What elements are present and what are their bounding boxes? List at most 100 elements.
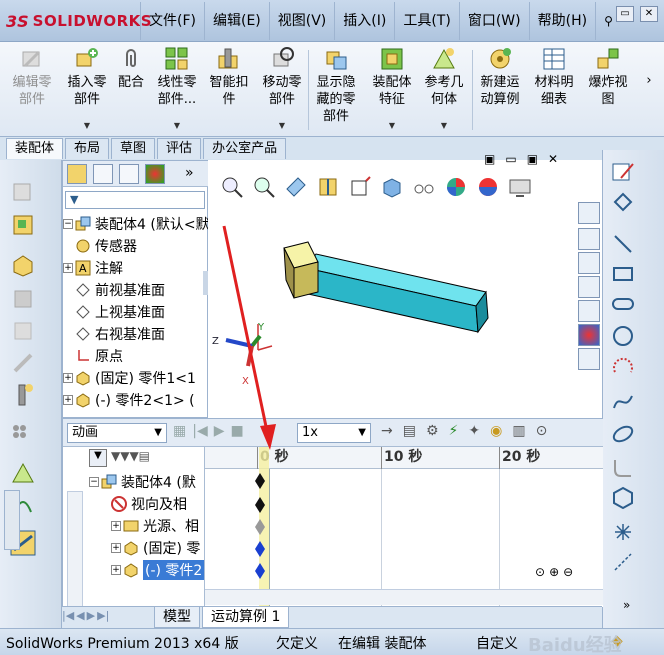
sketch-icon[interactable]: [611, 160, 635, 184]
chevron-down-icon[interactable]: »: [623, 598, 630, 612]
more-commands-button[interactable]: ›: [638, 72, 660, 160]
tree-filter[interactable]: ▼: [65, 191, 205, 209]
zoom-out-icon[interactable]: ⊖: [563, 565, 573, 579]
stop-icon[interactable]: ■: [231, 423, 244, 439]
chevron-right-icon[interactable]: »: [185, 165, 194, 181]
property-manager-tab-icon[interactable]: [93, 164, 113, 184]
tree-item-right-plane[interactable]: 右视基准面: [75, 323, 165, 345]
restore-icon[interactable]: ▭: [616, 6, 634, 22]
smart-fasteners-icon[interactable]: [10, 382, 36, 408]
component-icon[interactable]: [10, 252, 36, 278]
point-icon[interactable]: [611, 520, 635, 544]
custom-properties-icon[interactable]: [578, 348, 600, 370]
linear-pattern-icon[interactable]: [10, 422, 36, 448]
zoom-to-fit-icon[interactable]: ⊙: [535, 565, 545, 579]
close-icon[interactable]: ✕: [640, 6, 658, 22]
tree-item-part2[interactable]: + (-) 零件2<1> (: [63, 389, 195, 411]
play-icon[interactable]: ▶: [214, 423, 225, 439]
rectangle-icon[interactable]: [611, 262, 635, 286]
home-icon[interactable]: [578, 228, 600, 250]
smart-dimension-icon[interactable]: [611, 190, 635, 214]
menu-insert[interactable]: 插入(I): [334, 2, 394, 40]
collapse-panel-icon[interactable]: ⊙: [536, 423, 548, 439]
tree-item-root[interactable]: − 装配体4 (默认<默: [63, 213, 210, 235]
motion-tree-lights[interactable]: + 光源、相: [111, 515, 199, 537]
dropdown-arrow-icon[interactable]: ▼: [441, 117, 447, 134]
menu-tools[interactable]: 工具(T): [394, 2, 458, 40]
edit-component-button[interactable]: 编辑零 部件: [6, 46, 58, 134]
filter-animated-icon[interactable]: ▼▼▼▤: [111, 449, 150, 463]
zoom-in-icon[interactable]: ⊕: [549, 565, 559, 579]
tree-item-front-plane[interactable]: 前视基准面: [75, 279, 165, 301]
next-tab-icon[interactable]: ▶: [87, 609, 95, 622]
assembly-features-button[interactable]: 装配体 特征 ▼: [366, 46, 418, 134]
motion-tree-part1[interactable]: + (固定) 零: [111, 537, 200, 559]
key-point[interactable]: [255, 563, 265, 579]
last-tab-icon[interactable]: ▶|: [97, 609, 109, 622]
dropdown-arrow-icon[interactable]: ▼: [279, 117, 285, 134]
tab-model[interactable]: 模型: [154, 607, 200, 628]
show-hidden-components-button[interactable]: 显示隐 藏的零 部件: [310, 46, 362, 134]
menu-file[interactable]: 文件(F): [140, 2, 204, 40]
motion-tree-part2[interactable]: + (-) 零件2: [111, 559, 205, 581]
motion-tree-view[interactable]: 视向及相: [111, 493, 187, 515]
insert-components-button[interactable]: 插入零 部件 ▼: [60, 46, 114, 134]
expand-icon[interactable]: +: [111, 521, 121, 531]
part2-cylinder[interactable]: [305, 253, 489, 334]
linear-pattern-button[interactable]: 线性零 部件... ▼: [150, 46, 204, 134]
solidworks-resources-icon[interactable]: [578, 202, 600, 224]
save-animation-icon[interactable]: ▤: [403, 423, 416, 439]
collapse-icon[interactable]: −: [63, 219, 73, 229]
tree-item-sensors[interactable]: 传感器: [75, 235, 137, 257]
circle-icon[interactable]: [611, 324, 635, 348]
expand-icon[interactable]: +: [63, 395, 73, 405]
reference-geometry-icon[interactable]: [10, 460, 36, 486]
appearance-tab-icon[interactable]: [145, 164, 165, 184]
expand-icon[interactable]: +: [63, 263, 73, 273]
tree-item-top-plane[interactable]: 上视基准面: [75, 301, 165, 323]
centerline-icon[interactable]: [611, 550, 635, 574]
bill-of-materials-button[interactable]: 材料明 细表: [528, 46, 580, 134]
configuration-tab-icon[interactable]: [119, 164, 139, 184]
status-units[interactable]: 自定义: [476, 633, 518, 653]
line-icon[interactable]: [611, 232, 635, 256]
dropdown-arrow-icon[interactable]: ▼: [174, 117, 180, 134]
appearances-icon[interactable]: [578, 324, 600, 346]
vertical-scrollbar[interactable]: [67, 491, 83, 607]
prev-tab-icon[interactable]: ◀: [76, 609, 84, 622]
disabled-tool-icon[interactable]: [10, 350, 36, 376]
tree-item-annotations[interactable]: + A 注解: [63, 257, 123, 279]
key-point[interactable]: [255, 473, 265, 489]
menu-view[interactable]: 视图(V): [268, 2, 335, 40]
scrollbar[interactable]: [4, 490, 20, 550]
animation-wizard-icon[interactable]: ⚙: [426, 423, 439, 439]
first-tab-icon[interactable]: |◀: [62, 609, 74, 622]
study-type-select[interactable]: 动画 ▼: [67, 423, 167, 443]
reference-geometry-button[interactable]: 参考几 何体 ▼: [418, 46, 470, 134]
tree-item-origin[interactable]: 原点: [75, 345, 123, 367]
slot-icon[interactable]: [611, 292, 635, 316]
tree-item-part1[interactable]: + (固定) 零件1<1: [63, 367, 196, 389]
add-key-icon[interactable]: ✦: [468, 423, 480, 439]
file-explorer-icon[interactable]: [578, 276, 600, 298]
menu-help[interactable]: 帮助(H): [528, 2, 595, 40]
move-component-button[interactable]: 移动零 部件 ▼: [256, 46, 308, 134]
dropdown-arrow-icon[interactable]: ▼: [84, 117, 90, 134]
solidworks-logo[interactable]: 3S SOLIDWORKS: [6, 8, 152, 34]
menu-edit[interactable]: 编辑(E): [203, 2, 269, 40]
key-point[interactable]: [255, 519, 265, 535]
polygon-icon[interactable]: [611, 486, 635, 510]
smart-fasteners-button[interactable]: 智能扣 件: [204, 46, 254, 134]
arc-icon[interactable]: [611, 356, 635, 380]
play-from-start-icon[interactable]: |◀: [192, 423, 207, 439]
playback-mode-icon[interactable]: →: [381, 423, 393, 439]
insert-components-icon[interactable]: [10, 212, 36, 238]
design-library-icon[interactable]: [578, 252, 600, 274]
timeline[interactable]: 0 秒 10 秒 20 秒 ⊙ ⊕ ⊖: [205, 447, 603, 607]
filter-icon[interactable]: ▼: [89, 449, 107, 467]
expand-icon[interactable]: +: [63, 373, 73, 383]
exploded-view-button[interactable]: 爆炸视 图: [582, 46, 634, 134]
collapse-icon[interactable]: −: [89, 477, 99, 487]
motion-tree-root[interactable]: − 装配体4 (默: [89, 471, 196, 493]
horizontal-scrollbar[interactable]: [205, 589, 603, 605]
